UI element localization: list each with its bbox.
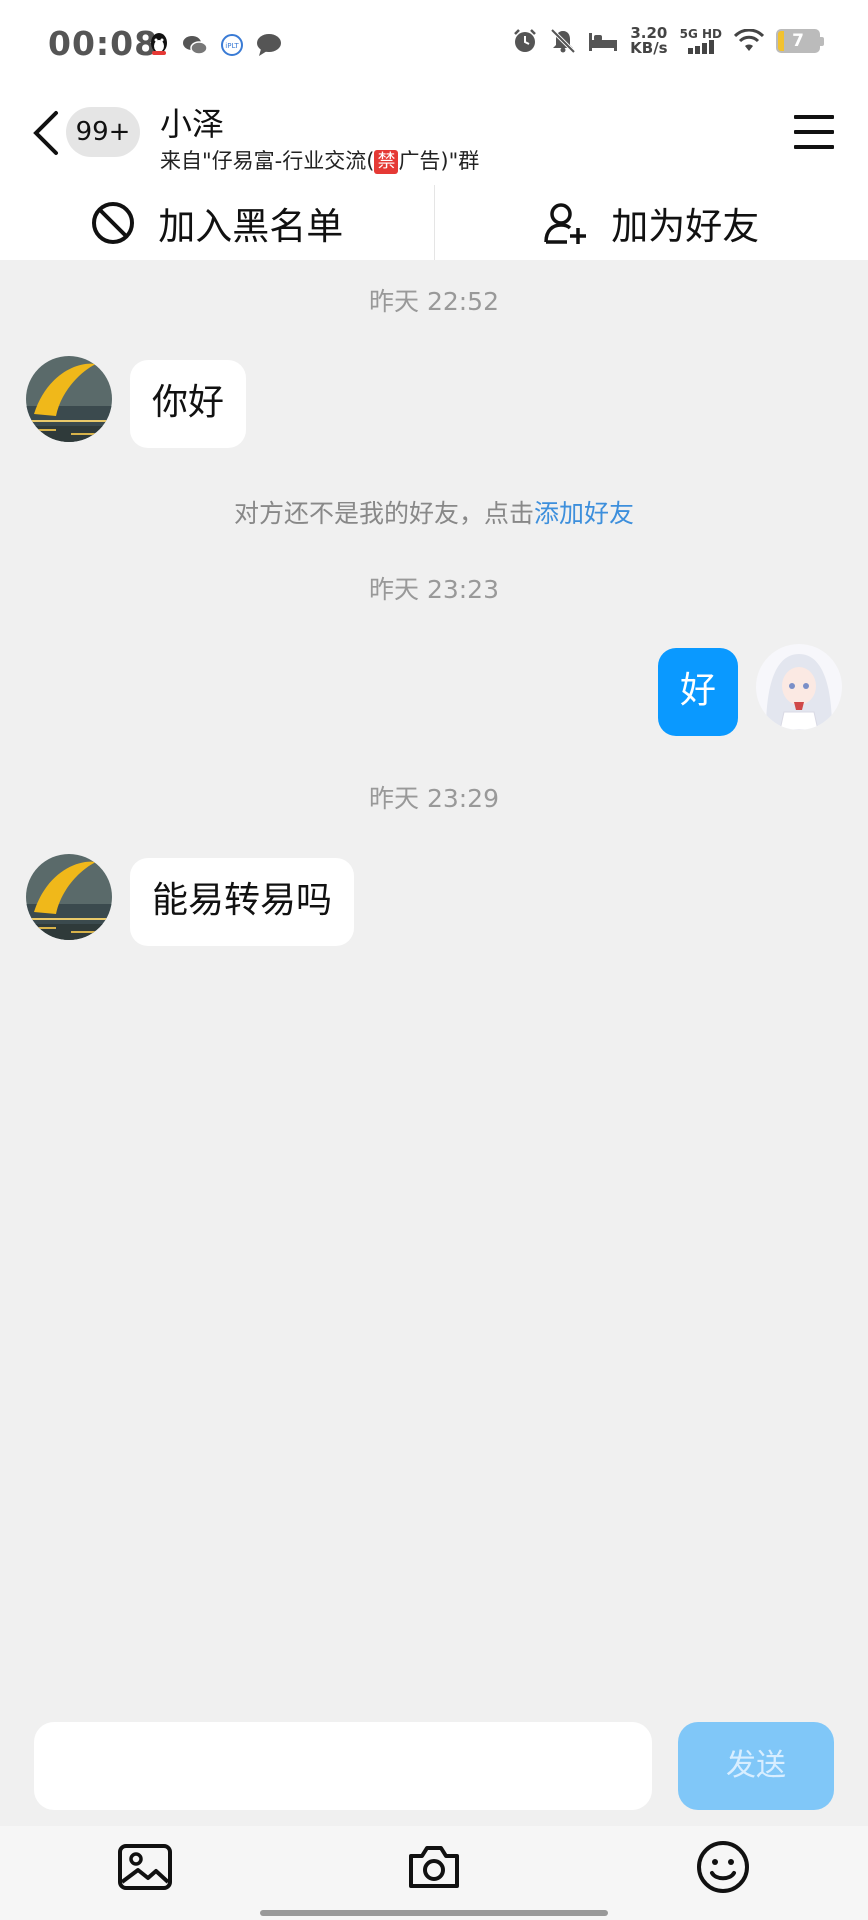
back-icon[interactable] xyxy=(28,109,64,157)
my-avatar[interactable] xyxy=(756,644,842,730)
network-speed: 3.20 KB/s xyxy=(630,26,667,56)
message-bubble[interactable]: 能易转易吗 xyxy=(130,858,355,946)
speed-unit: KB/s xyxy=(630,39,668,57)
image-icon[interactable] xyxy=(116,1838,174,1896)
source-suffix: 广告)"群 xyxy=(398,149,480,173)
contact-avatar[interactable] xyxy=(26,854,112,940)
emoji-icon[interactable] xyxy=(694,1838,752,1896)
stranger-action-bar: 加入黑名单 加为好友 xyxy=(0,185,868,260)
system-status: 3.20 KB/s 5G HD 7 xyxy=(512,26,824,56)
message-bubble[interactable]: 好 xyxy=(657,648,738,736)
message-input[interactable] xyxy=(34,1722,652,1810)
ban-tag: 禁 xyxy=(374,150,399,174)
wechat-icon xyxy=(183,36,208,55)
signal-block: 5G HD xyxy=(680,28,722,54)
not-friend-tip: 对方还不是我的好友，点击添加好友 xyxy=(0,494,868,530)
message-icon xyxy=(257,34,281,56)
battery-icon: 7 xyxy=(776,29,824,53)
message-timestamp: 昨天 23:23 xyxy=(369,575,499,604)
qq-icon xyxy=(151,33,167,55)
message-timestamp: 昨天 22:52 xyxy=(369,287,499,316)
home-indicator[interactable] xyxy=(260,1910,608,1916)
menu-icon[interactable] xyxy=(794,115,834,149)
add-friend-button[interactable]: 加为好友 xyxy=(435,185,868,260)
contact-name: 小泽 xyxy=(160,105,225,143)
message-bubble[interactable]: 你好 xyxy=(130,360,247,448)
blacklist-label: 加入黑名单 xyxy=(158,204,344,248)
bottom-toolbar xyxy=(0,1826,868,1920)
incoming-message: 能易转易吗 xyxy=(26,854,355,946)
add-user-icon xyxy=(544,202,587,244)
add-friend-label: 加为好友 xyxy=(611,204,760,248)
incoming-message: 你好 xyxy=(26,356,247,448)
status-time: 00:08 xyxy=(48,24,159,63)
contact-avatar[interactable] xyxy=(26,356,112,442)
bed-icon xyxy=(589,33,618,51)
app-icon: iPLT xyxy=(221,34,243,56)
svg-text:iPLT: iPLT xyxy=(225,42,239,50)
tip-text: 对方还不是我的好友，点击 xyxy=(233,499,534,528)
source-prefix: 来自"仔易富-行业交流( xyxy=(160,149,375,173)
chat-header: 99+ 小泽 来自"仔易富-行业交流(禁广告)"群 xyxy=(0,95,868,185)
contact-source: 来自"仔易富-行业交流(禁广告)"群 xyxy=(160,145,479,175)
network-label: 5G HD xyxy=(679,27,722,41)
signal-icon xyxy=(687,40,714,54)
mute-icon xyxy=(550,28,576,54)
outgoing-message: 好 xyxy=(657,644,842,736)
notification-icons: iPLT xyxy=(148,32,282,58)
wifi-icon xyxy=(734,29,764,51)
message-timestamp: 昨天 23:29 xyxy=(369,784,499,813)
block-icon xyxy=(92,201,135,244)
send-button[interactable]: 发送 xyxy=(678,1722,834,1810)
alarm-icon xyxy=(514,29,537,52)
unread-badge[interactable]: 99+ xyxy=(66,107,140,157)
add-to-blacklist-button[interactable]: 加入黑名单 xyxy=(0,185,434,260)
status-bar: 00:08 iPLT 3.20 KB/s 5G HD 7 xyxy=(0,0,868,95)
camera-icon[interactable] xyxy=(405,1838,463,1896)
add-friend-link[interactable]: 添加好友 xyxy=(534,499,634,528)
